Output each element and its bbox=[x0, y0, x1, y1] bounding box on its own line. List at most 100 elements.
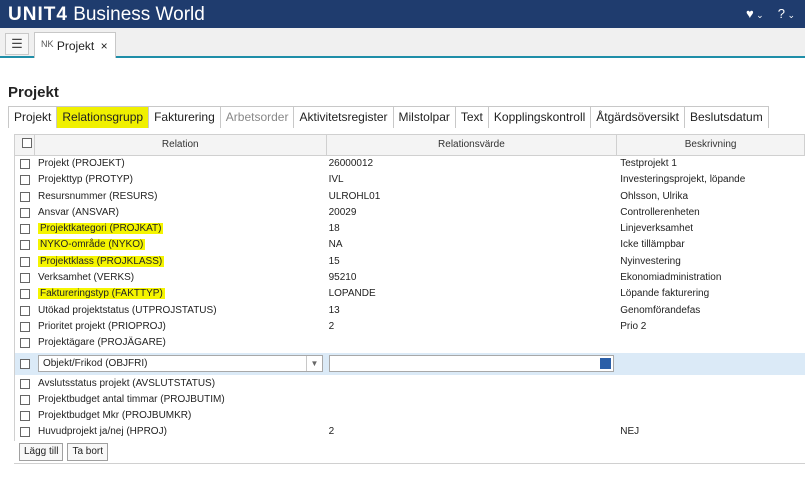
help-menu[interactable]: ? ⌄ bbox=[778, 6, 795, 21]
table-row[interactable]: Resursnummer (RESURS) ULROHL01 Ohlsson, Ul… bbox=[15, 189, 805, 205]
row-select-cell bbox=[15, 286, 35, 302]
tab-fakturering[interactable]: Fakturering bbox=[148, 106, 221, 128]
table-row[interactable]: Projektbudget antal timmar (PROJBUTIM) bbox=[15, 392, 805, 408]
table-row[interactable]: Projekttyp (PROTYP) IVL Investeringsprojek… bbox=[15, 172, 805, 188]
value-cell: 15 bbox=[327, 254, 618, 270]
row-checkbox[interactable] bbox=[20, 159, 30, 169]
row-select-cell bbox=[15, 237, 35, 253]
description-text: Icke tillämpbar bbox=[620, 239, 685, 251]
row-checkbox[interactable] bbox=[20, 289, 30, 300]
table-row[interactable]: Avslutsstatus projekt (AVSLUTSTATUS) bbox=[15, 376, 805, 392]
table-row[interactable]: Projektklass (PROJKLASS) 15 Nyinvestering bbox=[15, 254, 805, 270]
relation-select[interactable]: Objekt/Frikod (OBJFRI) ▼ bbox=[37, 354, 323, 372]
row-checkbox[interactable] bbox=[20, 273, 30, 284]
relation-text: Projektkategori (PROJKAT) bbox=[37, 223, 164, 235]
tab-prefix: NK bbox=[41, 39, 54, 49]
table-row[interactable]: Prioritet projekt (PRIOPROJ) 2 Prio 2 bbox=[15, 319, 805, 335]
relation-cell: Avslutsstatus projekt (AVSLUTSTATUS) bbox=[35, 376, 327, 392]
lookup-icon[interactable] bbox=[599, 357, 611, 369]
relation-cell: Projektklass (PROJKLASS) bbox=[35, 254, 327, 270]
tab-text[interactable]: Text bbox=[454, 106, 489, 128]
tab-milstolpar[interactable]: Milstolpar bbox=[392, 106, 456, 128]
row-checkbox[interactable] bbox=[20, 321, 30, 332]
table-row[interactable]: Projektkategori (PROJKAT) 18 Linjeverksamh… bbox=[15, 221, 805, 237]
row-checkbox[interactable] bbox=[20, 358, 30, 369]
remove-button[interactable]: Ta bort bbox=[67, 443, 109, 461]
table-row[interactable]: Projekt (PROJEKT) 26000012 Testprojekt 1 bbox=[15, 156, 805, 172]
row-select-cell bbox=[15, 189, 35, 205]
row-checkbox[interactable] bbox=[20, 411, 30, 422]
close-icon[interactable]: × bbox=[101, 39, 108, 53]
row-checkbox[interactable] bbox=[20, 427, 30, 438]
edit-row-select-cell bbox=[15, 353, 35, 375]
description-text: Ekonomiadministration bbox=[620, 272, 722, 284]
table-row[interactable]: Projektägare (PROJÄGARE) bbox=[15, 335, 805, 351]
row-checkbox[interactable] bbox=[20, 191, 30, 202]
tab-projekt[interactable]: Projekt bbox=[8, 106, 58, 128]
value-cell: 95210 bbox=[327, 270, 618, 286]
value-cell: 26000012 bbox=[327, 156, 618, 172]
favorites-menu[interactable]: ♥ ⌄ bbox=[746, 6, 764, 21]
row-checkbox[interactable] bbox=[20, 207, 30, 218]
table-row[interactable]: NYKO-område (NYKO) NA Icke tillämpbar bbox=[15, 237, 805, 253]
table-row[interactable]: Verksamhet (VERKS) 95210 Ekonomiadministra… bbox=[15, 270, 805, 286]
chevron-down-icon: ⌄ bbox=[753, 10, 764, 20]
description-text: NEJ bbox=[620, 426, 640, 438]
table-row[interactable]: Utökad projektstatus (UTPROJSTATUS) 13 Gen… bbox=[15, 303, 805, 319]
row-checkbox[interactable] bbox=[20, 378, 30, 389]
top-icons: ♥ ⌄ ? ⌄ bbox=[746, 6, 795, 21]
row-select-cell bbox=[15, 319, 35, 335]
description-cell: Prio 2 bbox=[617, 319, 805, 335]
relation-value-input[interactable] bbox=[328, 354, 614, 372]
description-cell: Investeringsprojekt, löpande bbox=[617, 172, 805, 188]
relation-grid: Relation Relationsvärde Beskrivning Proj… bbox=[14, 134, 805, 441]
dropdown-arrow-icon[interactable]: ▼ bbox=[305, 355, 322, 371]
relation-cell: Ansvar (ANSVAR) bbox=[35, 205, 327, 221]
menu-button[interactable]: ☰ bbox=[5, 33, 29, 55]
description-cell: Nyinvestering bbox=[617, 254, 805, 270]
value-text: 95210 bbox=[328, 272, 357, 284]
column-header-value[interactable]: Relationsvärde bbox=[327, 135, 618, 155]
row-checkbox[interactable] bbox=[20, 305, 30, 316]
value-text: 20029 bbox=[328, 206, 357, 218]
tab-aktivitetsregister[interactable]: Aktivitetsregister bbox=[293, 106, 394, 128]
row-select-cell bbox=[15, 270, 35, 286]
grid-body-top: Projekt (PROJEKT) 26000012 Testprojekt 1 Pr… bbox=[15, 156, 805, 352]
table-row[interactable]: Faktureringstyp (FAKTTYP) LOPANDE Löpande … bbox=[15, 286, 805, 302]
column-header-description[interactable]: Beskrivning bbox=[617, 135, 805, 155]
description-cell: Controllerenheten bbox=[617, 205, 805, 221]
tab-kopplingskontroll[interactable]: Kopplingskontroll bbox=[487, 106, 592, 128]
table-row[interactable]: Ansvar (ANSVAR) 20029 Controllerenheten bbox=[15, 205, 805, 221]
description-cell: NEJ bbox=[617, 424, 805, 440]
value-cell bbox=[327, 408, 618, 424]
select-all-checkbox[interactable] bbox=[21, 138, 32, 148]
row-checkbox[interactable] bbox=[20, 175, 30, 186]
value-cell: LOPANDE bbox=[327, 286, 618, 302]
tab-relationsgrupp[interactable]: Relationsgrupp bbox=[56, 106, 150, 128]
tab-åtgärdsöversikt[interactable]: Åtgärdsöversikt bbox=[590, 106, 685, 128]
relation-text: Projekttyp (PROTYP) bbox=[37, 174, 133, 186]
value-text: IVL bbox=[328, 174, 344, 186]
column-header-relation[interactable]: Relation bbox=[35, 135, 327, 155]
value-cell: 2 bbox=[327, 319, 618, 335]
row-select-cell bbox=[15, 254, 35, 270]
tab-arbetsorder[interactable]: Arbetsorder bbox=[219, 106, 295, 128]
help-icon: ? bbox=[777, 6, 785, 21]
tab-projekt[interactable]: NK Projekt × bbox=[34, 32, 116, 58]
row-checkbox[interactable] bbox=[20, 240, 30, 251]
row-checkbox[interactable] bbox=[20, 394, 30, 405]
row-select-cell bbox=[15, 424, 35, 440]
tab-beslutsdatum[interactable]: Beslutsdatum bbox=[683, 106, 769, 128]
row-checkbox[interactable] bbox=[20, 224, 30, 235]
table-row[interactable]: Projektbudget Mkr (PROJBUMKR) bbox=[15, 408, 805, 424]
add-button[interactable]: Lägg till bbox=[19, 443, 64, 461]
relation-text: Projektklass (PROJKLASS) bbox=[37, 255, 165, 267]
relation-cell: Projektkategori (PROJKAT) bbox=[35, 221, 327, 237]
row-checkbox[interactable] bbox=[20, 256, 30, 267]
row-checkbox[interactable] bbox=[20, 338, 30, 349]
relation-cell: Utökad projektstatus (UTPROJSTATUS) bbox=[35, 303, 327, 319]
table-row[interactable]: Huvudprojekt ja/nej (HPROJ) 2 NEJ bbox=[15, 424, 805, 440]
value-text: 13 bbox=[328, 304, 340, 316]
relation-text: Projektbudget antal timmar (PROJBUTIM) bbox=[37, 393, 225, 405]
description-cell: Ekonomiadministration bbox=[617, 270, 805, 286]
